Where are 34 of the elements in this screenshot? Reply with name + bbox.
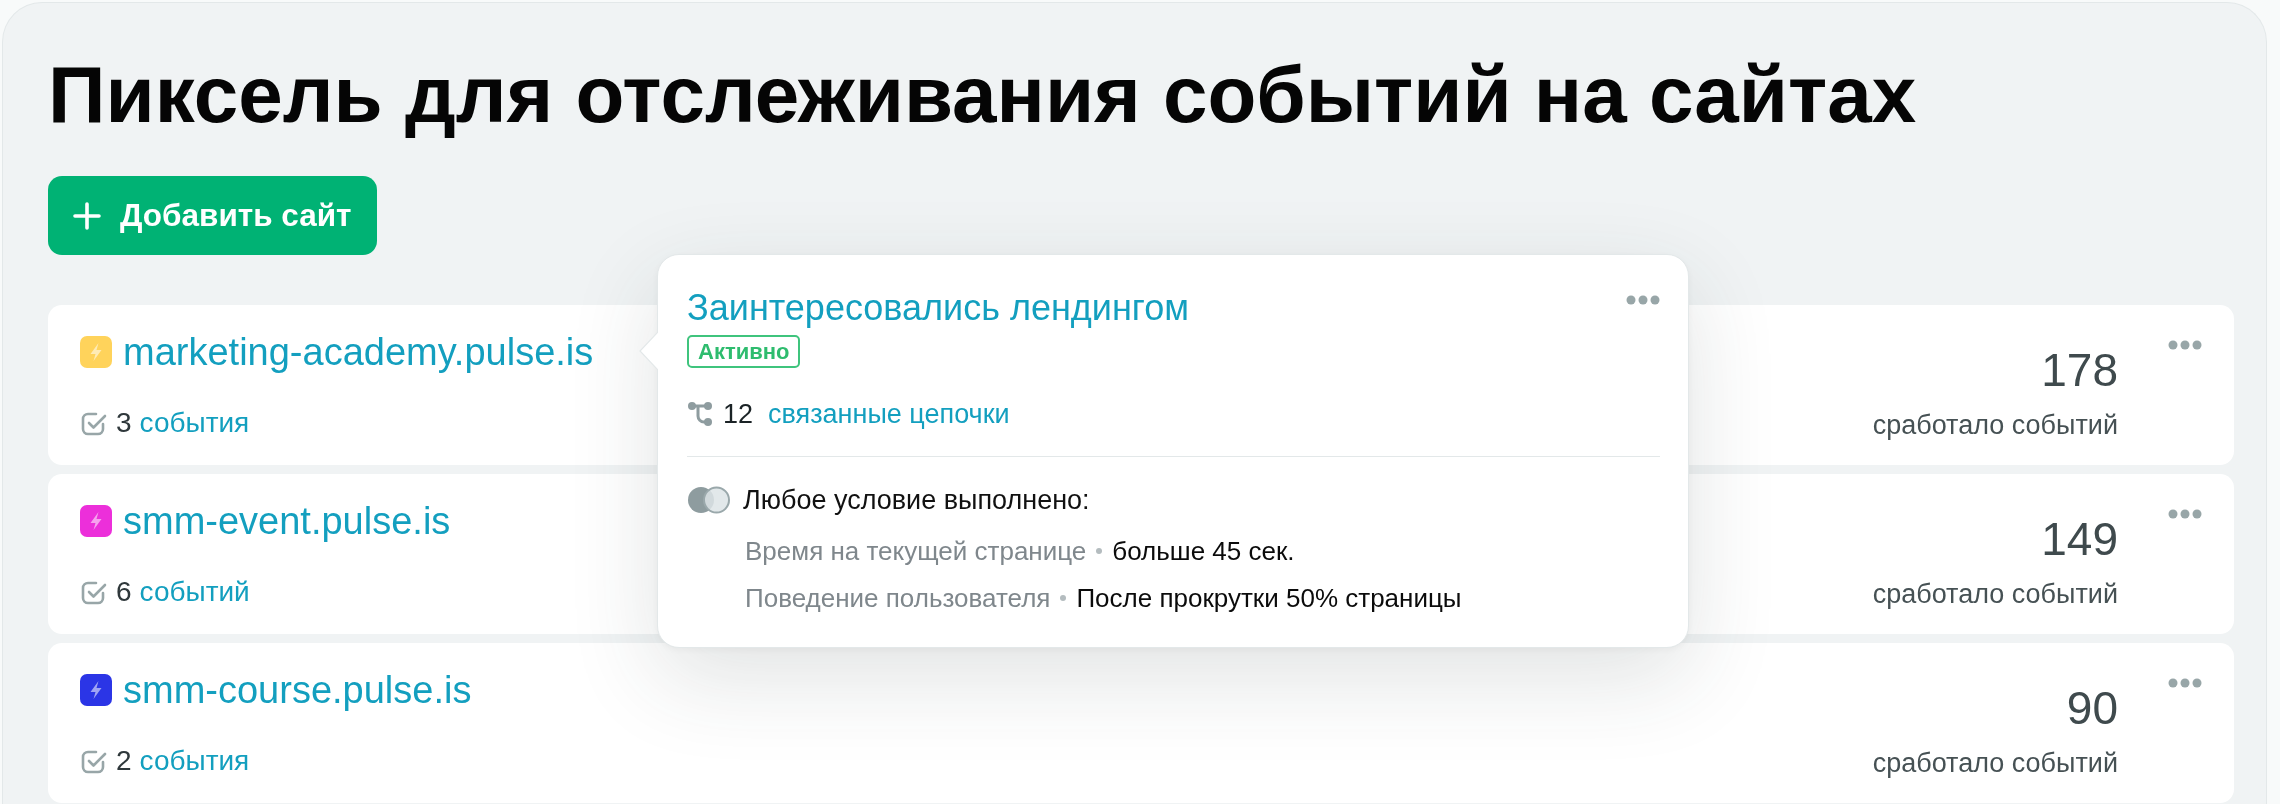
more-icon[interactable] (2168, 340, 2202, 350)
chains-link[interactable]: связанные цепочки (768, 398, 1010, 430)
fired-label: сработало событий (1872, 409, 2118, 442)
events-link[interactable]: события (139, 745, 250, 777)
plus-icon (73, 201, 101, 230)
condition-name: Время на текущей странице (745, 535, 1087, 567)
condition-title: Любое условие выполнено: (743, 484, 1090, 516)
event-title-link[interactable]: Заинтересовались лендингом (687, 286, 1189, 329)
add-site-button[interactable]: Добавить сайт (48, 176, 377, 255)
site-link[interactable]: smm-event.pulse.is (123, 498, 451, 544)
fired-label: сработало событий (1872, 747, 2118, 780)
fired-count: 178 (2040, 345, 2118, 395)
bullet-icon (1060, 595, 1067, 601)
events-count: 6 (116, 576, 132, 608)
status-badge: Активно (687, 335, 801, 368)
condition-value: После прокрутки 50% страницы (1076, 582, 1462, 614)
fired-label: сработало событий (1872, 578, 2118, 611)
overlapping-circles-icon (687, 486, 731, 514)
bullet-icon (1096, 548, 1103, 554)
events-count: 2 (116, 745, 132, 777)
more-icon[interactable] (2168, 678, 2202, 688)
chains-count: 12 (723, 398, 754, 430)
fired-count: 90 (2065, 683, 2118, 733)
events-link[interactable]: события (139, 407, 250, 439)
branch-icon (687, 401, 713, 427)
events-link[interactable]: событий (139, 576, 250, 608)
fired-count: 149 (2040, 514, 2118, 564)
condition-value: больше 45 сек. (1112, 535, 1295, 567)
site-link[interactable]: smm-course.pulse.is (123, 667, 472, 713)
site-link[interactable]: marketing-academy.pulse.is (123, 329, 594, 375)
more-icon[interactable] (2168, 509, 2202, 519)
condition-name: Поведение пользователя (745, 582, 1051, 614)
more-icon[interactable] (1626, 295, 1660, 305)
events-count: 3 (116, 407, 132, 439)
